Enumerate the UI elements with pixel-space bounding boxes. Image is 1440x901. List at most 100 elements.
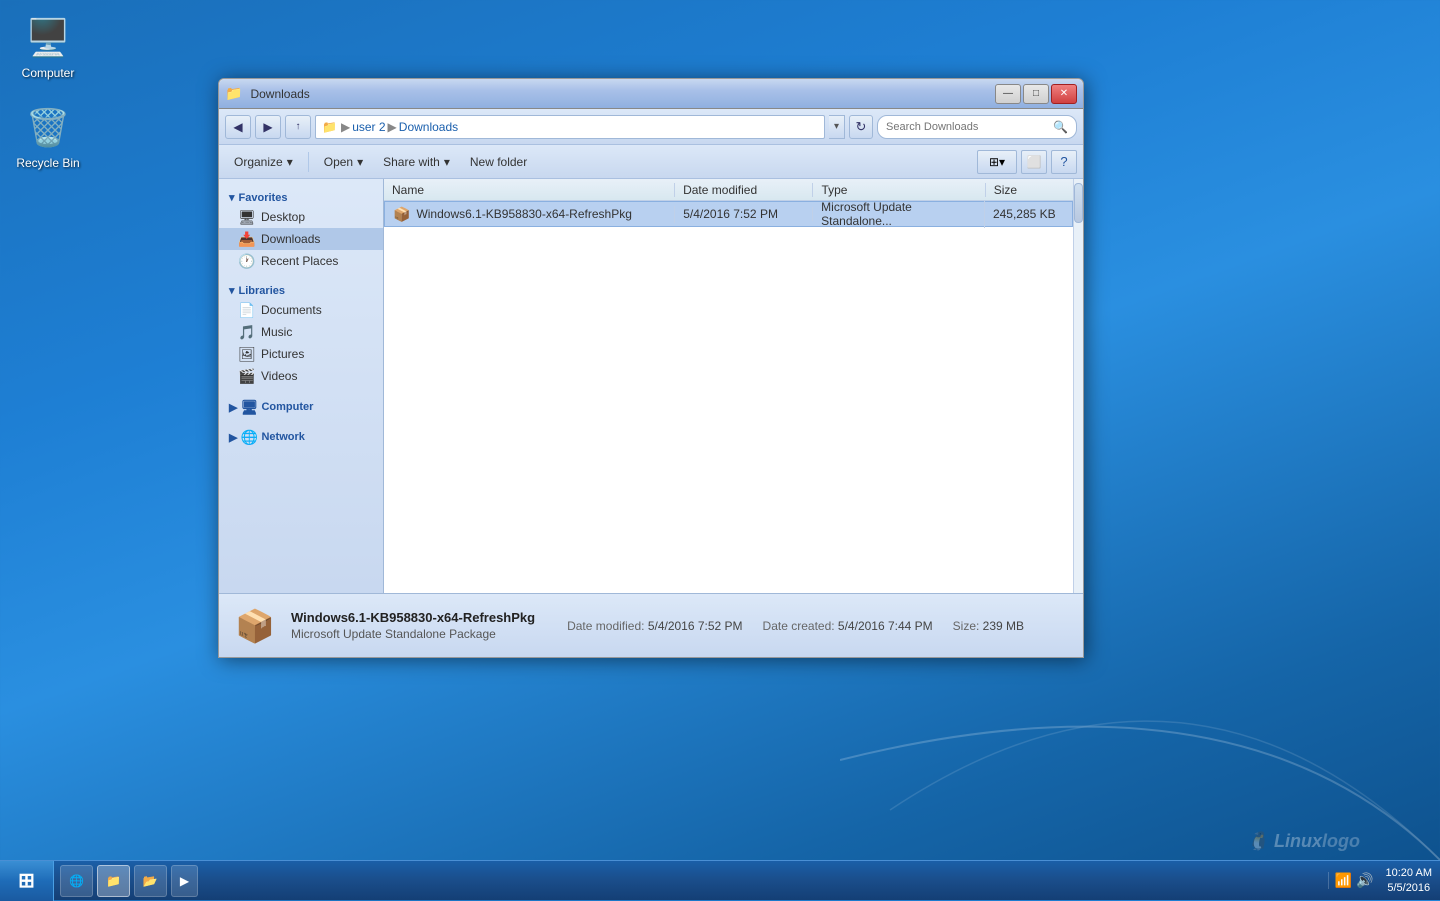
- desktop-icon-recycle-bin[interactable]: 🗑️ Recycle Bin: [8, 100, 88, 174]
- status-info: Windows6.1-KB958830-x64-RefreshPkg Micro…: [291, 610, 535, 641]
- downloads-sidebar-icon: 📥: [239, 231, 255, 247]
- breadcrumb-arrow: ▶: [388, 120, 397, 134]
- close-button[interactable]: ✕: [1051, 84, 1077, 104]
- sidebar-item-videos[interactable]: 🎬 Videos: [219, 365, 383, 387]
- breadcrumb-icon: 📁: [322, 120, 337, 134]
- music-icon: 🎵: [239, 324, 255, 340]
- status-date-created: Date created: 5/4/2016 7:44 PM: [763, 619, 933, 633]
- network-section-label: Network: [261, 431, 304, 443]
- network-collapse-icon: ▶: [229, 431, 237, 444]
- forward-button[interactable]: ▶: [255, 115, 281, 139]
- table-row[interactable]: 📦 Windows6.1-KB958830-x64-RefreshPkg 5/4…: [384, 201, 1073, 227]
- file-name-cell: 📦 Windows6.1-KB958830-x64-RefreshPkg: [385, 206, 675, 223]
- share-label: Share with: [383, 155, 440, 169]
- sidebar-header-libraries[interactable]: ▾ Libraries: [219, 280, 383, 299]
- pictures-icon: 🖼: [239, 346, 255, 362]
- size-label: Size:: [953, 619, 983, 633]
- column-type[interactable]: Type: [813, 183, 985, 197]
- sidebar-item-downloads[interactable]: 📥 Downloads: [219, 228, 383, 250]
- taskbar: ⊞ 🌐 📁 📂 ▶ 📶 🔊 10:20 AM 5/5/2016: [0, 860, 1440, 900]
- date-modified-label: Date modified:: [567, 619, 648, 633]
- toolbar: Organize ▾ Open ▾ Share with ▾ New folde…: [219, 145, 1083, 179]
- status-meta: Date modified: 5/4/2016 7:52 PM Date cre…: [567, 619, 1024, 633]
- computer-section-label: Computer: [261, 401, 313, 413]
- breadcrumb-user[interactable]: user 2: [352, 120, 385, 134]
- computer-sidebar-icon: 🖥: [241, 399, 257, 415]
- search-box[interactable]: 🔍: [877, 115, 1077, 139]
- computer-collapse-icon: ▶: [229, 401, 237, 414]
- sidebar-header-network[interactable]: ▶ 🌐 Network: [219, 425, 383, 447]
- sidebar-item-documents[interactable]: 📄 Documents: [219, 299, 383, 321]
- search-input[interactable]: [886, 121, 1053, 133]
- sidebar: ▾ Favorites 🖥 Desktop 📥 Downloads 🕐: [219, 179, 384, 593]
- view-options-button[interactable]: ⊞▾: [977, 150, 1017, 174]
- downloads-sidebar-label: Downloads: [261, 232, 320, 246]
- recent-places-label: Recent Places: [261, 254, 338, 268]
- sidebar-item-desktop[interactable]: 🖥 Desktop: [219, 206, 383, 228]
- address-bar[interactable]: 📁 ▶ user 2 ▶ Downloads: [315, 115, 825, 139]
- folder-icon-title: 📁: [225, 85, 242, 102]
- status-file-name: Windows6.1-KB958830-x64-RefreshPkg: [291, 610, 535, 625]
- column-name[interactable]: Name: [384, 183, 675, 197]
- share-button[interactable]: Share with ▾: [374, 149, 459, 175]
- recent-places-icon: 🕐: [239, 253, 255, 269]
- linux-logo: 🐧 Linuxlogo: [1247, 831, 1360, 852]
- maximize-button[interactable]: □: [1023, 84, 1049, 104]
- help-button[interactable]: ?: [1051, 150, 1077, 174]
- computer-label: Computer: [22, 66, 75, 80]
- sidebar-item-music[interactable]: 🎵 Music: [219, 321, 383, 343]
- recycle-bin-label: Recycle Bin: [16, 156, 79, 170]
- refresh-button[interactable]: ↻: [849, 115, 873, 139]
- open-button[interactable]: Open ▾: [315, 149, 372, 175]
- sidebar-section-network: ▶ 🌐 Network: [219, 425, 383, 447]
- sidebar-header-favorites[interactable]: ▾ Favorites: [219, 187, 383, 206]
- new-folder-button[interactable]: New folder: [461, 149, 536, 175]
- file-list: 📦 Windows6.1-KB958830-x64-RefreshPkg 5/4…: [384, 201, 1073, 593]
- window-controls: — □ ✕: [995, 84, 1077, 104]
- status-file-type: Microsoft Update Standalone Package: [291, 627, 535, 641]
- window-scrollbar[interactable]: [1073, 179, 1083, 593]
- taskbar-explorer[interactable]: 📁: [97, 865, 130, 897]
- taskbar-media[interactable]: ▶: [171, 865, 198, 897]
- file-list-header: Name Date modified Type Size: [384, 179, 1073, 201]
- addressbar-container: ◀ ▶ ↑ 📁 ▶ user 2 ▶ Downloads ▾ ↻ 🔍: [219, 109, 1083, 145]
- taskbar-right: 📶 🔊 10:20 AM 5/5/2016: [1320, 866, 1440, 895]
- toolbar-right: ⊞▾ ⬜ ?: [977, 150, 1077, 174]
- taskbar-ie[interactable]: 🌐: [60, 865, 93, 897]
- sidebar-header-computer[interactable]: ▶ 🖥 Computer: [219, 395, 383, 417]
- ie-icon: 🌐: [69, 874, 84, 888]
- open-dropdown-icon: ▾: [357, 155, 363, 169]
- desktop-icon-computer[interactable]: 🖥️ Computer: [8, 10, 88, 84]
- media-icon: ▶: [180, 874, 189, 888]
- file-type-icon: 📦: [393, 206, 410, 223]
- scrollbar-thumb[interactable]: [1074, 183, 1083, 223]
- documents-icon: 📄: [239, 302, 255, 318]
- volume-tray-icon: 🔊: [1356, 872, 1373, 889]
- desktop-sidebar-label: Desktop: [261, 210, 305, 224]
- start-icon: ⊞: [18, 868, 35, 893]
- preview-pane-button[interactable]: ⬜: [1021, 150, 1047, 174]
- breadcrumb-downloads[interactable]: Downloads: [399, 120, 458, 134]
- sidebar-section-favorites: ▾ Favorites 🖥 Desktop 📥 Downloads 🕐: [219, 187, 383, 272]
- taskbar-clock[interactable]: 10:20 AM 5/5/2016: [1386, 866, 1432, 895]
- size-val: 239 MB: [983, 619, 1024, 633]
- file-name-text: Windows6.1-KB958830-x64-RefreshPkg: [416, 207, 631, 221]
- back-button[interactable]: ◀: [225, 115, 251, 139]
- titlebar: 📁 Downloads — □ ✕: [219, 79, 1083, 109]
- sidebar-item-recent-places[interactable]: 🕐 Recent Places: [219, 250, 383, 272]
- clock-date: 5/5/2016: [1386, 881, 1432, 895]
- organize-label: Organize: [234, 155, 283, 169]
- column-size[interactable]: Size: [986, 183, 1073, 197]
- favorites-collapse-icon: ▾: [229, 191, 235, 204]
- sidebar-item-pictures[interactable]: 🖼 Pictures: [219, 343, 383, 365]
- address-dropdown-btn[interactable]: ▾: [829, 115, 845, 139]
- taskbar-folder2[interactable]: 📂: [134, 865, 167, 897]
- clock-time: 10:20 AM: [1386, 866, 1432, 880]
- sidebar-section-libraries: ▾ Libraries 📄 Documents 🎵 Music 🖼: [219, 280, 383, 387]
- column-date-modified[interactable]: Date modified: [675, 183, 813, 197]
- up-button[interactable]: ↑: [285, 115, 311, 139]
- start-button[interactable]: ⊞: [0, 861, 54, 901]
- minimize-button[interactable]: —: [995, 84, 1021, 104]
- organize-button[interactable]: Organize ▾: [225, 149, 302, 175]
- network-tray-icon: 📶: [1335, 872, 1352, 889]
